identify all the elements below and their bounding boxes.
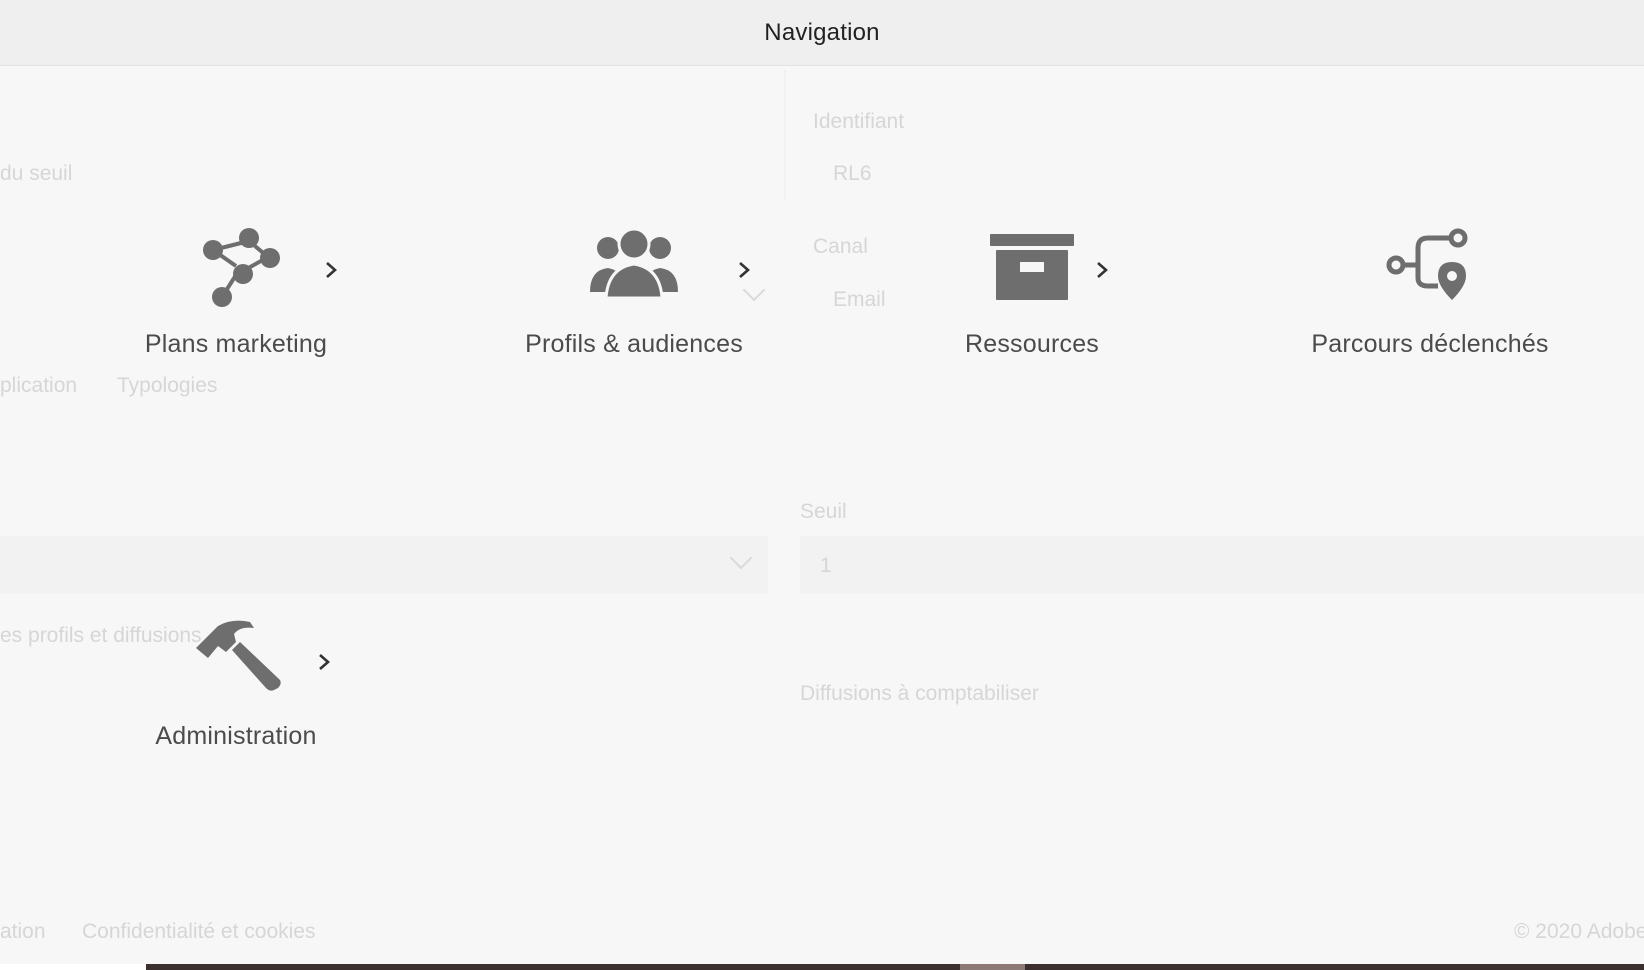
chevron-right-icon	[734, 260, 754, 280]
bg-diffusions-label: Diffusions à comptabiliser	[800, 682, 1039, 705]
archive-box-icon	[984, 220, 1080, 310]
nav-tile-label: Administration	[155, 722, 317, 750]
bg-identifier-label: Identifiant	[813, 110, 905, 133]
navigation-page: Identifiant RL6 du seuil Canal Email pli…	[0, 0, 1644, 970]
nav-tile-profils-audiences[interactable]: Profils & audiences	[444, 220, 824, 380]
hammer-icon	[188, 612, 284, 702]
bg-seuil-value: 1	[820, 554, 832, 577]
chevron-right-icon	[314, 652, 334, 672]
bg-footer-privacy: Confidentialité et cookies	[82, 920, 316, 943]
chevron-right-icon	[1092, 260, 1112, 280]
navigation-title: Navigation	[764, 18, 880, 46]
nav-tile-label: Ressources	[965, 330, 1099, 358]
navigation-header: Navigation	[0, 0, 1644, 66]
marketing-plans-icon	[188, 220, 284, 310]
journey-location-icon	[1382, 220, 1478, 310]
bg-footer-partial: ation	[0, 920, 46, 943]
nav-tile-administration[interactable]: Administration	[46, 612, 426, 772]
nav-tile-label: Plans marketing	[144, 330, 328, 358]
nav-tile-ressources[interactable]: Ressources	[842, 220, 1222, 380]
taskbar-strip	[0, 964, 1644, 970]
bg-select-field	[0, 536, 768, 594]
bg-identifier-value: RL6	[833, 162, 872, 185]
bg-footer-copyright: © 2020 Adobe	[1514, 920, 1644, 943]
chevron-right-icon	[321, 260, 341, 280]
bg-threshold-partial: du seuil	[0, 162, 73, 185]
nav-tile-label: Parcours déclenchés	[1311, 330, 1549, 358]
nav-tile-plans-marketing[interactable]: Plans marketing	[46, 220, 426, 380]
bg-seuil-field	[800, 536, 1644, 594]
background-divider	[784, 70, 786, 200]
nav-tile-parcours-declenches[interactable]: Parcours déclenchés	[1240, 220, 1620, 380]
audiences-icon	[586, 220, 682, 310]
nav-tile-label: Profils & audiences	[525, 330, 743, 358]
bg-seuil-label: Seuil	[800, 500, 847, 523]
background-form: Identifiant RL6 du seuil Canal Email pli…	[0, 0, 1644, 970]
